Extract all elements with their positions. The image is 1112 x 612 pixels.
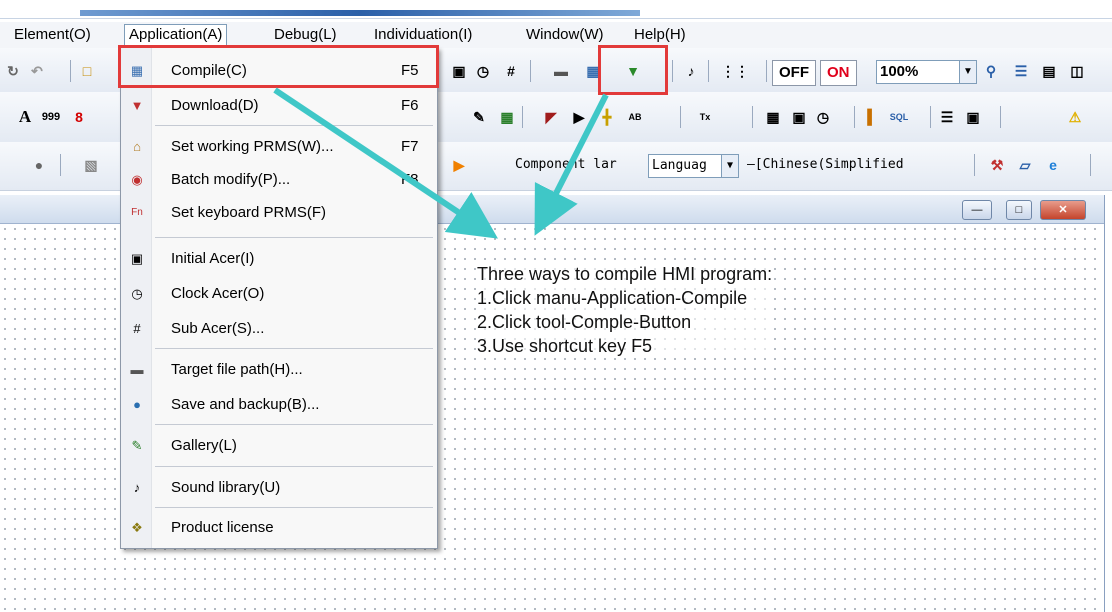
annotation-arrows bbox=[273, 87, 609, 239]
arrow-from-menu bbox=[273, 87, 498, 239]
arrow-from-toolbar bbox=[534, 93, 609, 236]
